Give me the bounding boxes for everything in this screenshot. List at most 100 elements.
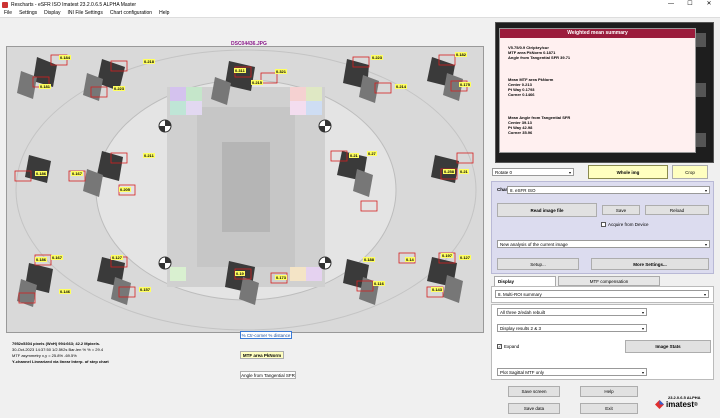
roi-label: 0.205 — [119, 187, 132, 192]
menu-chart-configuration[interactable]: Chart configuration — [110, 10, 152, 16]
info-channel: Y-channel Linearized via linear Interp. … — [12, 359, 109, 364]
crop-button[interactable]: Crop — [672, 165, 708, 179]
chevron-down-icon: ▾ — [641, 326, 644, 331]
roi-label: 0.258 — [443, 169, 456, 174]
save-data-button[interactable]: Save data — [508, 403, 560, 414]
roi-label: 0.175 — [459, 82, 472, 87]
save-button[interactable]: Save — [602, 205, 640, 215]
chart-value: 8. eSFR ISO — [510, 187, 536, 193]
reload-button[interactable]: Reload — [645, 205, 709, 215]
angle-tangential-button[interactable]: Angle from Tangential SFR — [240, 371, 296, 379]
roi-label: 0.211 — [143, 153, 155, 158]
roi-label: 0.218 — [143, 59, 156, 64]
roi-label: 0.167 — [71, 171, 84, 176]
app-icon — [2, 1, 8, 8]
window-title: Rescharts - eSFR ISO Imatest 23.2.0.6.5 … — [11, 1, 137, 8]
summary-block-3: Mean Angle from Tangential SFR Center 39… — [508, 115, 570, 135]
roi-label: 0.214 — [395, 84, 408, 89]
chart-image — [7, 47, 483, 332]
menu-bar: File Settings Display INI File Settings … — [0, 9, 720, 18]
acquire-checkbox[interactable] — [601, 222, 606, 227]
menu-file[interactable]: File — [4, 10, 12, 16]
chevron-down-icon: ▾ — [704, 242, 707, 247]
analysis-select[interactable]: New analysis of the current image ▾ — [497, 240, 710, 248]
analysis-value: New analysis of the current image — [500, 241, 568, 247]
results-value: Display results 2 & 3 — [500, 325, 542, 331]
display-options-panel: All three 2/edah rebuilt ▾ Display resul… — [491, 304, 714, 380]
summary-title: Weighted mean summary — [500, 29, 695, 38]
roi-label: 0.215 — [251, 80, 264, 85]
summary-block-1: V5.75/0.9 Ctr/pkry/cur MTF area PkNorm 0… — [508, 45, 570, 60]
plot-mode-select[interactable]: Plot Sagittal MTF only ▾ — [497, 368, 647, 376]
logo-text: imatest — [666, 400, 695, 409]
roi-label: 0.127 — [459, 255, 472, 260]
summary-line: Corner 35.96 — [508, 130, 533, 135]
roi-label: 0.21 — [459, 169, 469, 174]
roi-label: 0.186 — [35, 257, 48, 262]
roi-label: 0.14 — [405, 257, 415, 262]
roi-label: 0.27 — [367, 151, 377, 156]
image-info: 7952x5304 pixels (WxH) 994:663; 42.2 Mpi… — [12, 341, 109, 365]
roi-label: 0.197 — [441, 253, 454, 258]
roi-label: 0.173 — [275, 275, 288, 280]
menu-settings[interactable]: Settings — [19, 10, 37, 16]
results-select[interactable]: Display results 2 & 3 ▾ — [497, 324, 647, 332]
close-button[interactable]: ✕ — [702, 0, 716, 9]
setup-button[interactable]: Setup... — [497, 258, 579, 270]
save-screen-button[interactable]: Save screen — [508, 386, 560, 397]
imatest-logo-icon — [655, 400, 664, 409]
roi-label: 0.223 — [113, 86, 126, 91]
display-tab-panel: 8. Multi-ROI summary ▾ — [491, 286, 714, 303]
minimize-button[interactable]: — — [664, 0, 678, 9]
roi-label: 0.311 — [234, 68, 246, 73]
rebuilt-select[interactable]: All three 2/edah rebuilt ▾ — [497, 308, 647, 316]
roi-label: 0.167 — [51, 255, 64, 260]
summary-line: Angle from Tangential SFR 39.71 — [508, 55, 571, 60]
roi-label: 0.321 — [275, 69, 288, 74]
read-image-file-button[interactable]: Read image file — [497, 203, 597, 217]
summary-block-2: Mean MTF area PkNorm Center 0.213 Pt Way… — [508, 77, 553, 97]
menu-ini-file-settings[interactable]: INI File Settings — [68, 10, 103, 16]
exit-button[interactable]: Exit — [580, 403, 638, 414]
roi-label: 0.186 — [35, 171, 48, 176]
roi-label: 0.19 — [235, 271, 245, 276]
rotate-value: Rotate 0 — [495, 169, 513, 175]
mtf-area-pknorm-button[interactable]: MTF area PkNorm — [240, 351, 284, 359]
roi-label: 0.146 — [59, 289, 72, 294]
roi-label: 0.181 — [39, 84, 52, 89]
expand-label: Expand — [504, 344, 520, 349]
roi-label: 0.21 — [349, 153, 359, 158]
logo-mark: ® — [694, 401, 698, 408]
display-mode-select[interactable]: 8. Multi-ROI summary ▾ — [495, 290, 709, 298]
image-stats-button[interactable]: Image Stats — [625, 340, 711, 353]
chevron-down-icon: ▾ — [641, 370, 644, 375]
chevron-down-icon: ▾ — [568, 170, 571, 175]
plot-mode-value: Plot Sagittal MTF only — [500, 369, 545, 375]
roi-label: 0.188 — [363, 257, 376, 262]
help-button[interactable]: Help — [580, 386, 638, 397]
maximize-button[interactable]: ☐ — [683, 0, 697, 9]
expand-checkbox[interactable]: ✓ — [497, 344, 502, 349]
display-mode-value: 8. Multi-ROI summary — [498, 291, 542, 297]
chevron-down-icon: ▾ — [641, 310, 644, 315]
ctr-corner-distance-button[interactable]: % Ctr-corner % distance — [240, 331, 292, 339]
weighted-mean-summary: Weighted mean summary V5.75/0.9 Ctr/pkry… — [499, 28, 696, 153]
whole-img-button[interactable]: Whole img — [588, 165, 668, 179]
tab-display[interactable]: Display — [494, 276, 556, 286]
chart-select[interactable]: 8. eSFR ISO ▾ — [507, 186, 710, 194]
roi-label: 0.116 — [373, 281, 385, 286]
rebuilt-value: All three 2/edah rebuilt — [500, 309, 546, 315]
menu-help[interactable]: Help — [159, 10, 169, 16]
imatest-logo: imatest ® — [655, 400, 698, 409]
roi-label: 0.157 — [139, 287, 152, 292]
rotate-select[interactable]: Rotate 0 ▾ — [492, 168, 574, 176]
roi-label: 0.127 — [111, 255, 124, 260]
tab-mtf-compensation[interactable]: MTF compensation — [558, 276, 660, 286]
roi-label: 0.184 — [59, 55, 72, 60]
chevron-down-icon: ▾ — [704, 188, 707, 193]
menu-display[interactable]: Display — [44, 10, 60, 16]
acquire-label: Acquire from Device — [608, 222, 649, 227]
title-bar: Rescharts - eSFR ISO Imatest 23.2.0.6.5 … — [0, 0, 720, 9]
chart-image-view[interactable]: 0.184 0.218 0.311 0.321 0.223 0.182 0.18… — [6, 46, 484, 333]
more-settings-button[interactable]: More Settings... — [591, 258, 709, 270]
